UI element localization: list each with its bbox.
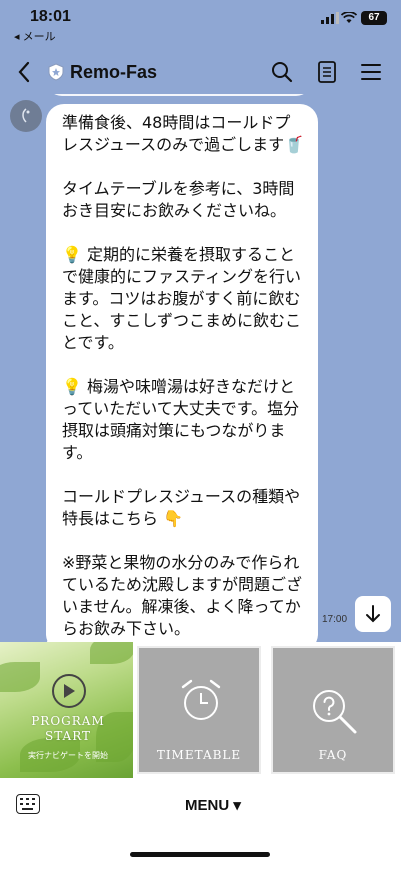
chat-area[interactable]: 準備食後、48時間はコールドプレスジュースのみで過ごします🥤 タイムテーブルを参… [0, 94, 401, 642]
menu-toggle[interactable]: MENU ▾ [185, 796, 241, 814]
message-paragraph: 💡 定期的に栄養を摂取することで健康的にファスティングを行います。コツはお腹がす… [62, 245, 302, 352]
play-icon [52, 674, 86, 708]
verified-shield-icon [48, 63, 64, 81]
message-paragraph: コールドプレスジュースの種類や特長はこちら 👇 [62, 487, 301, 528]
faq-tile[interactable]: FAQ [271, 646, 395, 774]
program-start-tile[interactable]: PROGRAM START 実行ナビゲートを開始 [0, 642, 133, 778]
message-paragraph: ※野菜と果物の水分のみで作られているため沈殿しますが問題ございません。解凍後、よ… [62, 553, 303, 638]
notes-button[interactable] [311, 56, 343, 88]
bottom-bar: MENU ▾ [0, 778, 401, 869]
search-icon [272, 62, 293, 83]
program-start-label: PROGRAM START [31, 714, 105, 743]
chat-title[interactable]: Remo-Fas [48, 58, 157, 86]
search-button[interactable] [266, 56, 298, 88]
back-to-app-link[interactable]: ◂ メール [14, 28, 56, 44]
home-indicator[interactable] [130, 852, 270, 857]
timetable-label: TIMETABLE [156, 748, 242, 762]
avatar[interactable] [10, 100, 42, 132]
keyboard-icon[interactable] [16, 794, 40, 814]
scroll-to-bottom-button[interactable] [355, 596, 391, 632]
message-timestamp: 17:00 [322, 614, 348, 625]
signal-icon [321, 12, 339, 24]
leaf-decoration [90, 642, 133, 664]
alarm-clock-icon [181, 679, 221, 720]
faq-label: FAQ [318, 748, 348, 762]
battery-icon: 67 [361, 11, 387, 25]
chevron-left-icon [18, 61, 30, 83]
magnifier-question-icon [313, 690, 357, 734]
previous-message-bubble [46, 94, 312, 96]
message-paragraph: 💡 梅湯や味噌湯は好きなだけとっていただいて大丈夫です。塩分摂取は頭痛対策にもつ… [62, 377, 300, 462]
arrow-down-icon [366, 605, 380, 623]
program-start-subtitle: 実行ナビゲートを開始 [28, 751, 108, 760]
rich-menu: PROGRAM START 実行ナビゲートを開始 TIMETABLE FAQ [0, 642, 401, 778]
hamburger-icon [361, 64, 381, 80]
status-time: 18:01 [30, 8, 71, 25]
timetable-tile[interactable]: TIMETABLE [137, 646, 261, 774]
message-paragraph: タイムテーブルを参考に、3時間おき目安にお飲みくださいね。 [62, 179, 295, 220]
message-paragraph: 準備食後、48時間はコールドプレスジュースのみで過ごします🥤 [62, 113, 305, 154]
menu-button[interactable] [355, 56, 387, 88]
top-area: 18:01 ◂ メール 67 Remo-Fas [0, 0, 401, 100]
chat-title-text: Remo-Fas [70, 61, 158, 82]
back-button[interactable] [8, 56, 40, 88]
message-bubble[interactable]: 準備食後、48時間はコールドプレスジュースのみで過ごします🥤 タイムテーブルを参… [46, 104, 318, 642]
wifi-icon [341, 12, 357, 23]
chat-header: Remo-Fas [0, 50, 401, 94]
notes-icon [318, 61, 336, 83]
account-logo-icon [22, 108, 30, 123]
status-bar: 18:01 ◂ メール 67 [0, 0, 401, 44]
leaf-decoration [0, 662, 40, 692]
